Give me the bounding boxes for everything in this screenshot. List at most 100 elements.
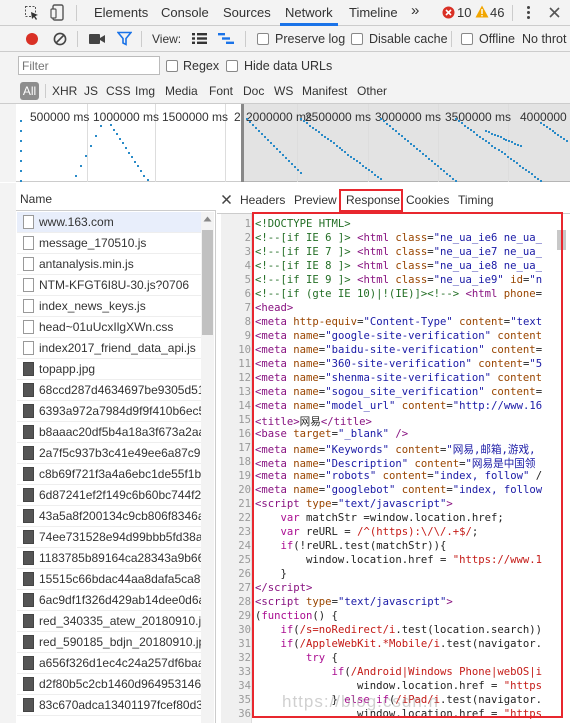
filter-input[interactable] <box>18 56 160 75</box>
request-row[interactable]: b8aaac20df5b4a18a3f673a2aa <box>17 422 201 443</box>
regex-checkbox[interactable] <box>166 60 178 72</box>
overview-selection-handle[interactable] <box>241 104 244 182</box>
request-row[interactable]: topapp.jpg <box>17 359 201 380</box>
timeline-dot <box>490 132 493 135</box>
timeline-dot <box>530 173 533 176</box>
file-icon <box>23 614 34 628</box>
timeline-dot <box>404 137 406 140</box>
filter-media[interactable]: Media <box>165 84 198 98</box>
request-row[interactable]: message_170510.js <box>17 233 201 254</box>
request-row[interactable]: 2a7f5c937b3c41e49ee6a87c9 <box>17 443 201 464</box>
filter-all-button[interactable]: All <box>20 82 39 100</box>
timeline-dot <box>413 145 415 148</box>
error-icon[interactable] <box>442 6 455 19</box>
request-row[interactable]: c8b69f721f3a4a6ebc1de55f1b <box>17 464 201 485</box>
timeline-dot <box>505 138 508 141</box>
timeline-dot <box>279 151 281 153</box>
timeline-tick: 2 <box>234 110 241 124</box>
close-detail-icon[interactable] <box>222 195 231 204</box>
request-row[interactable]: 6393a972a7984d9f9f410b6ec5 <box>17 401 201 422</box>
filter-ws[interactable]: WS <box>274 84 293 98</box>
request-name: index2017_friend_data_api.js <box>39 341 196 355</box>
request-row[interactable]: 74ee731528e94d99bbb5fd38a3 <box>17 527 201 548</box>
warning-icon[interactable] <box>475 5 489 18</box>
filter-icon[interactable] <box>117 31 132 46</box>
timeline-dot <box>252 124 254 126</box>
offline-checkbox[interactable] <box>461 33 473 45</box>
request-name: red_340335_atew_20180910.jp <box>39 614 201 628</box>
request-row[interactable]: 83c670adca13401197fcef80d3 <box>17 695 201 716</box>
timeline-dot <box>326 138 329 140</box>
request-row[interactable]: 43a5a8f200134c9cb806f8346a <box>17 506 201 527</box>
device-toolbar-icon[interactable] <box>50 4 66 22</box>
filter-js[interactable]: JS <box>84 84 98 98</box>
tab-timeline[interactable]: Timeline <box>349 5 398 20</box>
hide-data-urls-checkbox[interactable] <box>226 60 238 72</box>
timeline-dot <box>323 135 326 138</box>
request-name: 43a5a8f200134c9cb806f8346a <box>39 509 201 523</box>
capture-screenshots-icon[interactable] <box>89 33 105 45</box>
disable-cache-checkbox[interactable] <box>351 33 363 45</box>
scroll-up-arrow-icon[interactable] <box>203 216 212 222</box>
request-name: 6393a972a7984d9f9f410b6ec5 <box>39 404 201 418</box>
more-tabs-chevron[interactable]: » <box>411 2 419 19</box>
file-icon <box>23 404 34 418</box>
request-name: 1183785b89164ca28343a9b66 <box>39 551 201 565</box>
request-row[interactable]: red_590185_bdjn_20180910.jp <box>17 632 201 653</box>
timeline-dot <box>356 160 359 163</box>
request-row[interactable]: index2017_friend_data_api.js <box>17 338 201 359</box>
request-row[interactable]: index_news_keys.js <box>17 296 201 317</box>
clear-icon[interactable] <box>53 32 67 46</box>
timeline-dot <box>335 144 338 147</box>
tab-elements[interactable]: Elements <box>94 5 148 20</box>
timeline-dot <box>410 142 412 145</box>
waterfall-overview-icon[interactable] <box>218 32 234 45</box>
request-row[interactable]: 1183785b89164ca28343a9b66 <box>17 548 201 569</box>
inspect-element-icon[interactable] <box>24 5 40 21</box>
file-icon <box>23 215 34 229</box>
filter-doc[interactable]: Doc <box>243 84 264 98</box>
timeline-dot <box>488 142 491 145</box>
tab-cookies[interactable]: Cookies <box>406 193 449 207</box>
request-row[interactable]: head~01uUcxIlgXWn.css <box>17 317 201 338</box>
timeline-dot <box>261 133 263 135</box>
tab-preview[interactable]: Preview <box>294 193 337 207</box>
tab-sources[interactable]: Sources <box>223 5 271 20</box>
timeline-dot <box>302 120 305 123</box>
request-row[interactable]: antanalysis.min.js <box>17 254 201 275</box>
large-rows-icon[interactable] <box>192 32 207 45</box>
tab-timing[interactable]: Timing <box>458 193 494 207</box>
more-options-icon[interactable] <box>527 6 531 20</box>
throttling-select[interactable]: No throt <box>522 32 566 46</box>
timeline-dot <box>377 175 380 178</box>
preserve-log-checkbox[interactable] <box>257 33 269 45</box>
request-row[interactable]: red_340335_atew_20180910.jp <box>17 611 201 632</box>
request-row[interactable]: d2f80b5c2cb1460d964953146 <box>17 674 201 695</box>
timeline-dot <box>300 172 302 174</box>
filter-xhr[interactable]: XHR <box>52 84 77 98</box>
filter-css[interactable]: CSS <box>106 84 131 98</box>
tab-network[interactable]: Network <box>285 5 333 20</box>
request-row[interactable]: 6ac9df1f326d429ab14dee0d6a <box>17 590 201 611</box>
name-column-header[interactable]: Name <box>16 183 216 211</box>
filter-manifest[interactable]: Manifest <box>302 84 347 98</box>
tab-console[interactable]: Console <box>161 5 209 20</box>
request-row[interactable]: NTM-KFGT6I8U-30.js?0706 <box>17 275 201 296</box>
timeline-dot <box>554 132 557 134</box>
filter-font[interactable]: Font <box>209 84 233 98</box>
request-row[interactable]: www.163.com <box>17 212 201 233</box>
request-row[interactable]: 6d87241ef2f149c6b60bc744f2 <box>17 485 201 506</box>
request-row[interactable]: a656f326d1ec4c24a257df6baa <box>17 653 201 674</box>
record-button[interactable] <box>26 33 38 45</box>
file-icon <box>23 677 34 691</box>
request-row[interactable]: 68ccd287d4634697be9305d51 <box>17 380 201 401</box>
tab-headers[interactable]: Headers <box>240 193 285 207</box>
timeline-dot <box>374 173 377 176</box>
close-icon[interactable] <box>549 7 560 18</box>
filter-img[interactable]: Img <box>135 84 155 98</box>
request-row[interactable]: 15515c66bdac44aa8dafa5ca8f <box>17 569 201 590</box>
request-name: 6d87241ef2f149c6b60bc744f2 <box>39 488 201 502</box>
filter-other[interactable]: Other <box>357 84 387 98</box>
list-scrollbar-thumb[interactable] <box>202 230 213 335</box>
timeline-dot <box>113 128 116 131</box>
